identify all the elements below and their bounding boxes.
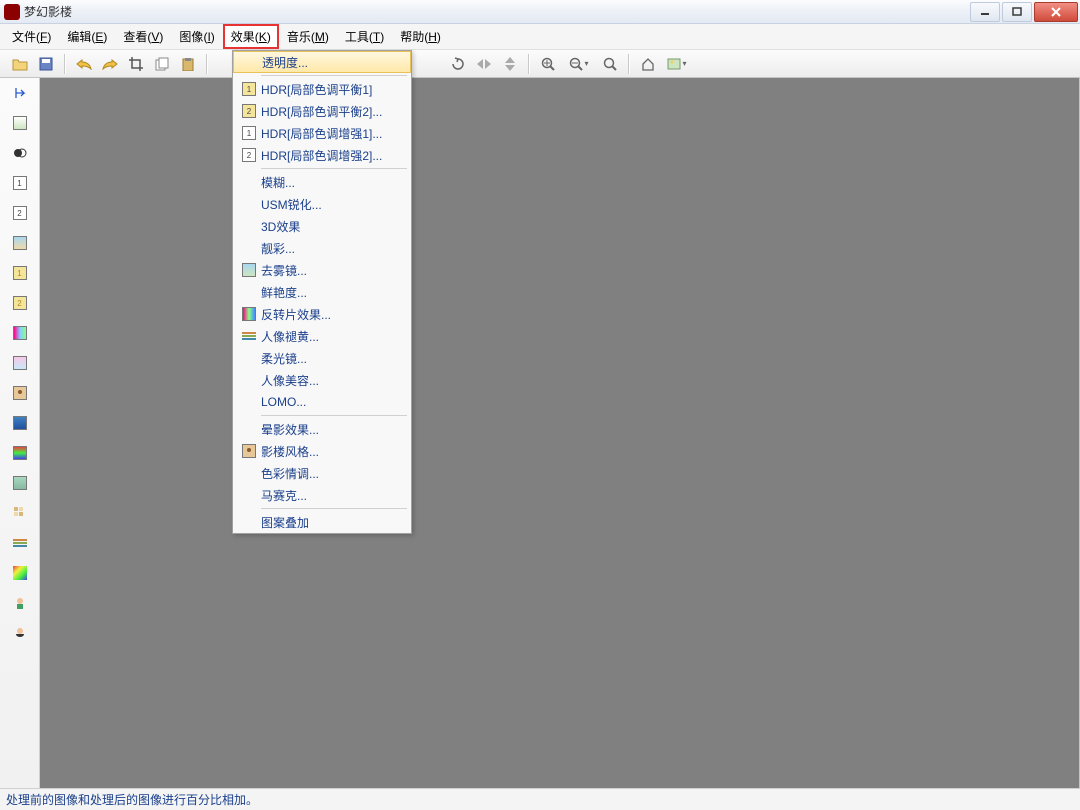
menu-item-saturation[interactable]: 鲜艳度... xyxy=(233,281,411,303)
undo-icon[interactable] xyxy=(72,53,96,75)
sidebar-tool-icon[interactable] xyxy=(11,624,29,642)
menu-tools[interactable]: 工具(T) xyxy=(337,24,392,49)
menu-file[interactable]: 文件(F) xyxy=(4,24,59,49)
menu-item-color-mood[interactable]: 色彩情调... xyxy=(233,462,411,484)
sidebar-tool-icon[interactable] xyxy=(11,414,29,432)
sidebar-tool-icon[interactable] xyxy=(11,144,29,162)
sidebar-tool-icon[interactable] xyxy=(11,354,29,372)
menu-separator xyxy=(261,75,407,76)
save-icon[interactable] xyxy=(34,53,58,75)
sidebar-tool-icon[interactable]: 1 xyxy=(11,174,29,192)
title-bar: 梦幻影楼 xyxy=(0,0,1080,24)
status-bar: 处理前的图像和处理后的图像进行百分比相加。 xyxy=(0,788,1080,810)
window-title: 梦幻影楼 xyxy=(24,3,72,20)
menu-item-hdr1[interactable]: 1HDR[局部色调平衡1] xyxy=(233,78,411,100)
sidebar-tool-icon[interactable] xyxy=(11,84,29,102)
menu-item-vignette[interactable]: 晕影效果... xyxy=(233,418,411,440)
separator-icon xyxy=(206,54,208,74)
sidebar-tool-icon[interactable] xyxy=(11,384,29,402)
sidebar-tool-icon[interactable]: 1 xyxy=(11,264,29,282)
menu-music[interactable]: 音乐(M) xyxy=(279,24,337,49)
separator-icon xyxy=(628,54,630,74)
close-button[interactable] xyxy=(1034,2,1078,22)
home-icon[interactable] xyxy=(636,53,660,75)
menu-item-vivid[interactable]: 靓彩... xyxy=(233,237,411,259)
sidebar-tool-icon[interactable] xyxy=(11,324,29,342)
menu-item-softlight[interactable]: 柔光镜... xyxy=(233,347,411,369)
sidebar-tool-icon[interactable] xyxy=(11,564,29,582)
copy-icon[interactable] xyxy=(150,53,174,75)
menu-image[interactable]: 图像(I) xyxy=(171,24,222,49)
window-controls xyxy=(968,0,1080,24)
menu-view[interactable]: 查看(V) xyxy=(115,24,171,49)
menu-item-lomo[interactable]: LOMO... xyxy=(233,391,411,413)
sidebar-tool-icon[interactable]: 2 xyxy=(11,204,29,222)
menu-item-hdr-enhance1[interactable]: 1HDR[局部色调增强1]... xyxy=(233,122,411,144)
sidebar-tool-icon[interactable] xyxy=(11,114,29,132)
open-icon[interactable] xyxy=(8,53,32,75)
menu-item-reversal[interactable]: 反转片效果... xyxy=(233,303,411,325)
sidebar-tool-icon[interactable] xyxy=(11,534,29,552)
menu-item-blur[interactable]: 模糊... xyxy=(233,171,411,193)
sidebar-tool-icon[interactable] xyxy=(11,444,29,462)
menu-item-beauty[interactable]: 人像美容... xyxy=(233,369,411,391)
main-area: 1 2 1 2 xyxy=(0,78,1080,788)
main-toolbar: ▾ ▾ xyxy=(0,50,1080,78)
menu-separator xyxy=(261,415,407,416)
menu-separator xyxy=(261,168,407,169)
sidebar-tool-icon[interactable] xyxy=(11,594,29,612)
zoom-in-icon[interactable] xyxy=(536,53,560,75)
menu-item-dehaze[interactable]: 去雾镜... xyxy=(233,259,411,281)
menu-item-studio[interactable]: 影楼风格... xyxy=(233,440,411,462)
crop-icon[interactable] xyxy=(124,53,148,75)
minimize-button[interactable] xyxy=(970,2,1000,22)
menu-item-hdr-enhance2[interactable]: 2HDR[局部色调增强2]... xyxy=(233,144,411,166)
menu-item-3d[interactable]: 3D效果 xyxy=(233,215,411,237)
maximize-button[interactable] xyxy=(1002,2,1032,22)
sidebar-tool-icon[interactable]: 2 xyxy=(11,294,29,312)
status-text: 处理前的图像和处理后的图像进行百分比相加。 xyxy=(6,791,258,808)
separator-icon xyxy=(64,54,66,74)
menu-item-label: 透明度... xyxy=(262,54,308,71)
menu-item-hdr2[interactable]: 2HDR[局部色调平衡2]... xyxy=(233,100,411,122)
flip-h-icon[interactable] xyxy=(472,53,496,75)
paste-icon[interactable] xyxy=(176,53,200,75)
menu-item-usm[interactable]: USM锐化... xyxy=(233,193,411,215)
menu-bar: 文件(F) 编辑(E) 查看(V) 图像(I) 效果(K) 音乐(M) 工具(T… xyxy=(0,24,1080,50)
effects-dropdown: 透明度... 1HDR[局部色调平衡1] 2HDR[局部色调平衡2]... 1H… xyxy=(232,50,412,534)
menu-edit[interactable]: 编辑(E) xyxy=(59,24,115,49)
app-icon xyxy=(4,4,20,20)
sidebar-tool-icon[interactable] xyxy=(11,474,29,492)
rotate-icon[interactable] xyxy=(446,53,470,75)
menu-item-mosaic[interactable]: 马赛克... xyxy=(233,484,411,506)
canvas-area[interactable] xyxy=(40,78,1080,788)
menu-separator xyxy=(261,508,407,509)
menu-item-deyellow[interactable]: 人像褪黄... xyxy=(233,325,411,347)
zoom-fit-icon[interactable] xyxy=(598,53,622,75)
separator-icon xyxy=(528,54,530,74)
redo-icon[interactable] xyxy=(98,53,122,75)
zoom-out-icon[interactable]: ▾ xyxy=(562,53,596,75)
sidebar-tool-icon[interactable] xyxy=(11,234,29,252)
left-sidebar: 1 2 1 2 xyxy=(0,78,40,788)
menu-item-pattern-overlay[interactable]: 图案叠加 xyxy=(233,511,411,533)
image-dropdown-icon[interactable]: ▾ xyxy=(662,53,692,75)
menu-help[interactable]: 帮助(H) xyxy=(392,24,449,49)
menu-item-transparency[interactable]: 透明度... xyxy=(233,51,411,73)
flip-v-icon[interactable] xyxy=(498,53,522,75)
sidebar-tool-icon[interactable] xyxy=(11,504,29,522)
menu-effects[interactable]: 效果(K) xyxy=(223,24,279,49)
